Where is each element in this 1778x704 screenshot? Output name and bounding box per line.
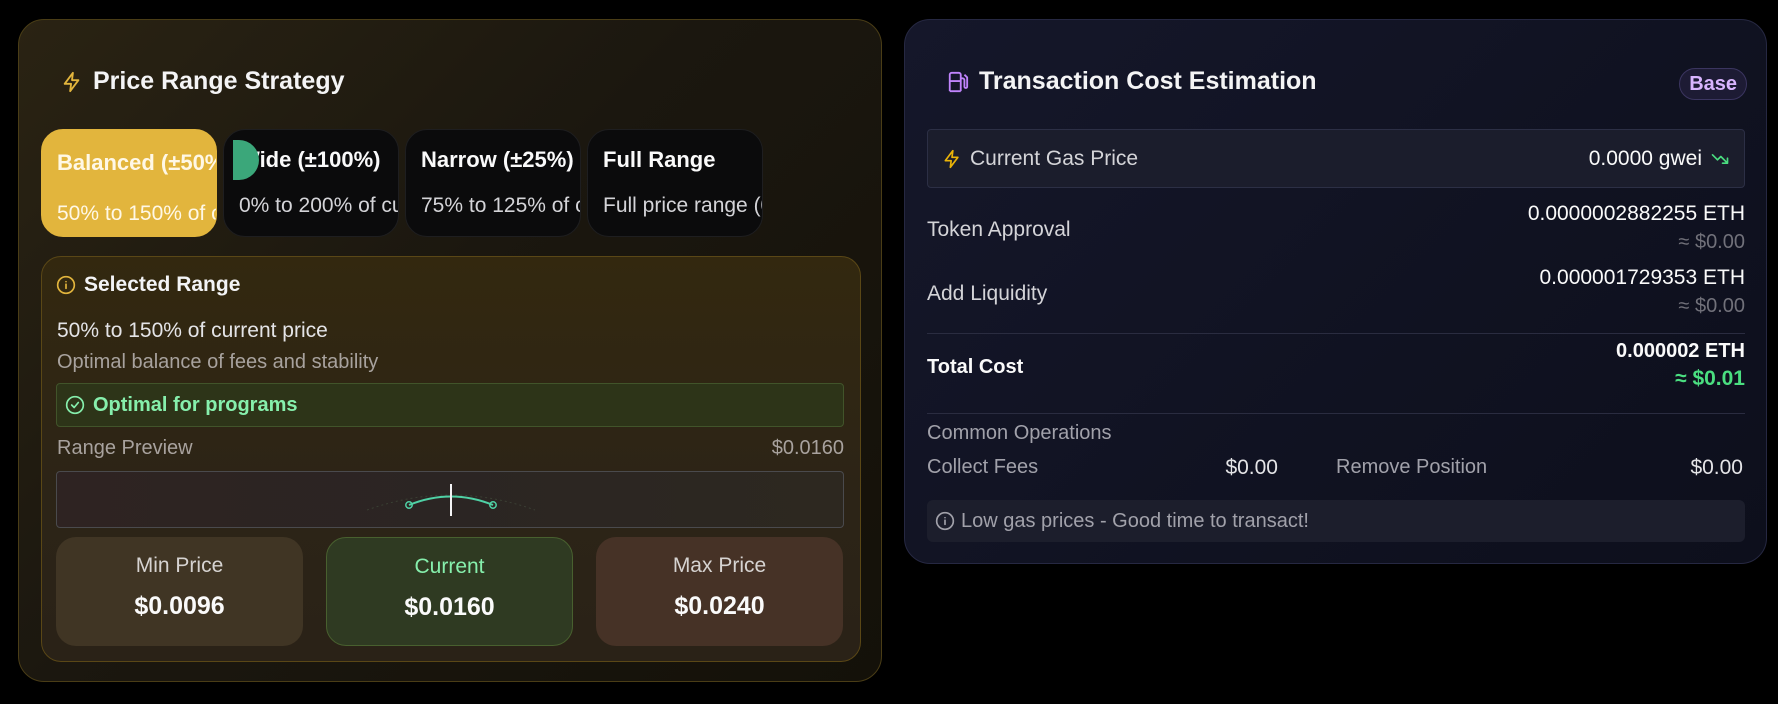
- info-icon: [935, 511, 955, 531]
- range-preview-chart: [56, 471, 844, 528]
- gas-price-row: Current Gas Price 0.0000 gwei: [927, 129, 1745, 188]
- add-liquidity-row: Add Liquidity 0.000001729353 ETH ≈ $0.00: [927, 266, 1746, 317]
- min-price-card: Min Price $0.0096: [56, 537, 303, 646]
- fuel-pump-icon: [947, 71, 969, 93]
- total-cost-eth: 0.000002 ETH: [1616, 340, 1745, 362]
- divider: [927, 413, 1745, 414]
- transaction-cost-card: Transaction Cost Estimation Base Current…: [904, 19, 1767, 564]
- selected-range-panel: Selected Range 50% to 150% of current pr…: [41, 256, 861, 662]
- collect-fees-label: Collect Fees: [927, 456, 1039, 478]
- network-badge: Base: [1679, 68, 1747, 100]
- remove-position-value: $0.00: [1690, 456, 1743, 479]
- strategy-option-narrow[interactable]: Narrow (±25%) 75% to 125% of current pri…: [405, 129, 581, 237]
- strategy-option-balanced[interactable]: Balanced (±50%) 50% to 150% of current p…: [41, 129, 217, 237]
- gas-price-value: 0.0000 gwei: [1588, 146, 1702, 170]
- range-preview-value: $0.0160: [771, 437, 844, 459]
- add-liquidity-eth: 0.000001729353 ETH: [1539, 266, 1746, 289]
- lightning-icon: [942, 149, 962, 169]
- collect-fees-value: $0.00: [1225, 456, 1278, 479]
- selected-range-heading: Selected Range: [56, 273, 240, 297]
- check-circle-icon: [65, 395, 85, 415]
- range-preview-label: Range Preview: [57, 437, 193, 459]
- price-range-strategy-card: Price Range Strategy Balanced (±50%) 50%…: [18, 19, 882, 682]
- token-approval-eth: 0.0000002882255 ETH: [1527, 202, 1745, 225]
- selected-range-subtitle: Optimal balance of fees and stability: [57, 351, 379, 373]
- gas-price-label: Current Gas Price: [970, 146, 1139, 170]
- token-approval-row: Token Approval 0.0000002882255 ETH ≈ $0.…: [927, 202, 1745, 253]
- current-price-card: Current $0.0160: [326, 537, 573, 646]
- max-price-card: Max Price $0.0240: [596, 537, 843, 646]
- gas-advice-note: Low gas prices - Good time to transact!: [927, 500, 1745, 542]
- common-operations-title: Common Operations: [927, 422, 1112, 444]
- strategy-options: Balanced (±50%) 50% to 150% of current p…: [41, 129, 861, 239]
- remove-position-label: Remove Position: [1336, 456, 1488, 478]
- selected-range-text: 50% to 150% of current price: [57, 319, 328, 342]
- lightning-icon: [61, 71, 83, 93]
- total-cost-row: Total Cost 0.000002 ETH ≈ $0.01: [927, 340, 1745, 390]
- cost-title: Transaction Cost Estimation: [947, 67, 1317, 96]
- total-cost-usd: ≈ $0.01: [1675, 367, 1745, 390]
- token-approval-usd: ≈ $0.00: [1678, 231, 1745, 253]
- add-liquidity-usd: ≈ $0.00: [1678, 295, 1745, 317]
- info-icon: [56, 275, 76, 295]
- divider: [927, 333, 1745, 334]
- trending-down-icon: [1710, 149, 1730, 169]
- optimal-badge: Optimal for programs: [56, 383, 844, 427]
- strategy-title: Price Range Strategy: [61, 67, 345, 96]
- strategy-option-full-range[interactable]: Full Range Full price range (0 …: [587, 129, 763, 237]
